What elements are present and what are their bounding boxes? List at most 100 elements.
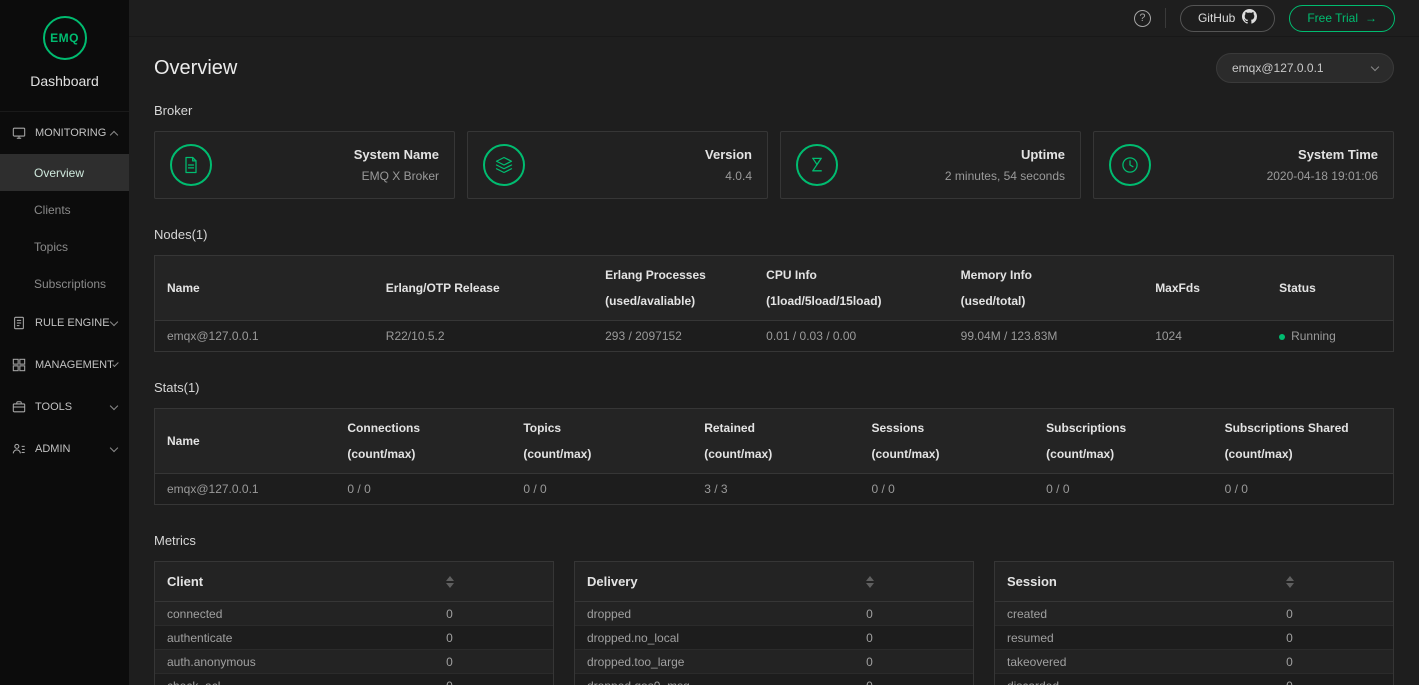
document-icon: [170, 144, 212, 186]
card-value: 2020-04-18 19:01:06: [1266, 169, 1378, 183]
metric-row: discarded0: [995, 674, 1393, 685]
stats-topics: 0 / 0: [511, 473, 693, 505]
card-value: 2 minutes, 54 seconds: [944, 169, 1065, 183]
sidebar-section-label: TOOLS: [35, 401, 73, 413]
broker-heading: Broker: [154, 103, 193, 118]
status-dot-icon: [1279, 333, 1286, 340]
chevron-down-icon: [109, 443, 119, 452]
stats-col-sessions: Sessions (count/max): [859, 408, 1035, 474]
sidebar-item-label: Clients: [34, 202, 71, 217]
nodes-heading: Nodes(1): [154, 227, 208, 242]
nodes-col-status: Status: [1267, 255, 1394, 321]
node-cpu: 0.01 / 0.03 / 0.00: [754, 320, 949, 352]
emq-logo-text: EMQ: [50, 31, 79, 45]
metrics-tables: Client connected 0 authenticate 0 auth.ano…: [154, 561, 1394, 685]
broker-card-version: Version 4.0.4: [467, 131, 768, 199]
free-trial-button[interactable]: Free Trial →: [1289, 4, 1395, 32]
sidebar-section-management[interactable]: MANAGEMENT: [0, 344, 129, 386]
hourglass-icon: [796, 144, 838, 186]
card-title: System Name: [353, 147, 439, 162]
sidebar-item-overview[interactable]: Overview: [0, 154, 129, 191]
stats-col-connections: Connections (count/max): [335, 408, 512, 474]
github-button[interactable]: GitHub: [1179, 4, 1276, 32]
card-title: Version: [705, 147, 752, 162]
sort-icon: [445, 575, 454, 588]
sidebar-section-rule-engine[interactable]: RULE ENGINE: [0, 302, 129, 344]
stats-col-subscriptions: Subscriptions (count/max): [1034, 408, 1213, 474]
sidebar-section-tools[interactable]: TOOLS: [0, 386, 129, 428]
metric-row: dropped.no_local 0: [575, 626, 973, 650]
stats-subscriptions: 0 / 0: [1034, 473, 1213, 505]
chevron-down-icon: [109, 317, 119, 326]
nodes-col-maxfds: MaxFds: [1143, 255, 1268, 321]
nodes-col-name: Name: [154, 255, 374, 321]
nodes-col-processes: Erlang Processes (used/avaliable): [593, 255, 755, 321]
sidebar-section-label: MANAGEMENT: [35, 359, 114, 371]
page-content: Overview emqx@127.0.0.1 Broker System Na…: [129, 37, 1419, 685]
sidebar-item-label: Overview: [34, 165, 85, 180]
sidebar-item-subscriptions[interactable]: Subscriptions: [0, 265, 129, 302]
broker-card-system-time: System Time 2020-04-18 19:01:06: [1093, 131, 1394, 199]
sort-icon: [1285, 575, 1294, 588]
stats-heading: Stats(1): [154, 380, 200, 395]
page-header: Overview emqx@127.0.0.1: [154, 53, 1394, 83]
stats-row: emqx@127.0.0.1 0 / 0 0 / 0 3 / 3 0 / 0 0…: [154, 473, 1394, 505]
management-icon: [12, 358, 26, 372]
metric-row: resumed 0: [995, 626, 1393, 650]
sidebar-item-topics[interactable]: Topics: [0, 228, 129, 265]
metric-row: dropped.qos0_msg0: [575, 674, 973, 685]
sidebar-section-label: ADMIN: [35, 443, 71, 455]
stats-col-topics: Topics (count/max): [511, 408, 693, 474]
sort-control[interactable]: [1186, 575, 1393, 588]
stats-name: emqx@127.0.0.1: [154, 473, 336, 505]
app-title: Dashboard: [30, 73, 99, 89]
sidebar: EMQ Dashboard MONITORING Overview Client…: [0, 0, 129, 685]
sidebar-item-label: Topics: [34, 239, 69, 254]
metrics-table-header: Session: [995, 562, 1393, 602]
stats-col-subscriptions-shared: Subscriptions Shared (count/max): [1212, 408, 1394, 474]
node-memory: 99.04M / 123.83M: [948, 320, 1144, 352]
sidebar-section-label: MONITORING: [35, 127, 107, 139]
sort-icon: [865, 575, 874, 588]
metrics-table-header: Delivery: [575, 562, 973, 602]
stats-retained: 3 / 3: [692, 473, 860, 505]
arrow-right-icon: →: [1365, 11, 1377, 25]
metric-row: dropped 0: [575, 602, 973, 626]
tools-icon: [12, 400, 26, 414]
page-title: Overview: [154, 56, 238, 79]
metric-row: auth.anonymous 0: [155, 650, 553, 674]
admin-icon: [12, 442, 26, 456]
stats-header-row: Name Connections (count/max) Topics (count…: [154, 408, 1394, 474]
free-trial-label: Free Trial: [1307, 11, 1358, 25]
broker-card-uptime: Uptime 2 minutes, 54 seconds: [780, 131, 1081, 199]
sidebar-section-monitoring[interactable]: MONITORING: [0, 112, 129, 154]
sidebar-section-label: RULE ENGINE: [35, 317, 110, 329]
stats-col-retained: Retained (count/max): [692, 408, 860, 474]
nodes-header-row: Name Erlang/OTP Release Erlang Processes…: [154, 255, 1394, 321]
metrics-table-title: Client: [167, 574, 204, 589]
topbar-divider: [1164, 8, 1166, 28]
github-button-label: GitHub: [1197, 11, 1236, 25]
emq-logo: EMQ: [42, 16, 87, 60]
node-select[interactable]: emqx@127.0.0.1: [1216, 53, 1394, 83]
help-icon[interactable]: ?: [1133, 9, 1151, 27]
node-processes: 293 / 2097152: [593, 320, 755, 352]
sidebar-item-clients[interactable]: Clients: [0, 191, 129, 228]
node-maxfds: 1024: [1143, 320, 1268, 352]
metrics-table-session: Session created0 resumed0 takeovered0 di…: [994, 561, 1394, 685]
sidebar-section-admin[interactable]: ADMIN: [0, 428, 129, 470]
nodes-col-cpu: CPU Info (1load/5load/15load): [754, 255, 949, 321]
metric-row: created 0: [995, 602, 1393, 626]
stats-col-name: Name: [154, 408, 336, 474]
broker-cards: System Name EMQ X Broker Version 4.0.4 U…: [154, 131, 1394, 199]
stats-table: Name Connections (count/max) Topics (count…: [154, 408, 1394, 505]
sort-control[interactable]: [766, 575, 973, 588]
status-badge: Running: [1267, 320, 1394, 352]
sidebar-menu: MONITORING Overview Clients Topics Subsc…: [0, 111, 129, 470]
broker-card-system-name: System Name EMQ X Broker: [154, 131, 455, 199]
nodes-col-otp: Erlang/OTP Release: [373, 255, 594, 321]
sort-control[interactable]: [346, 575, 553, 588]
card-title: System Time: [1298, 147, 1378, 162]
clock-icon: [1109, 144, 1151, 186]
node-select-value: emqx@127.0.0.1: [1232, 61, 1324, 75]
